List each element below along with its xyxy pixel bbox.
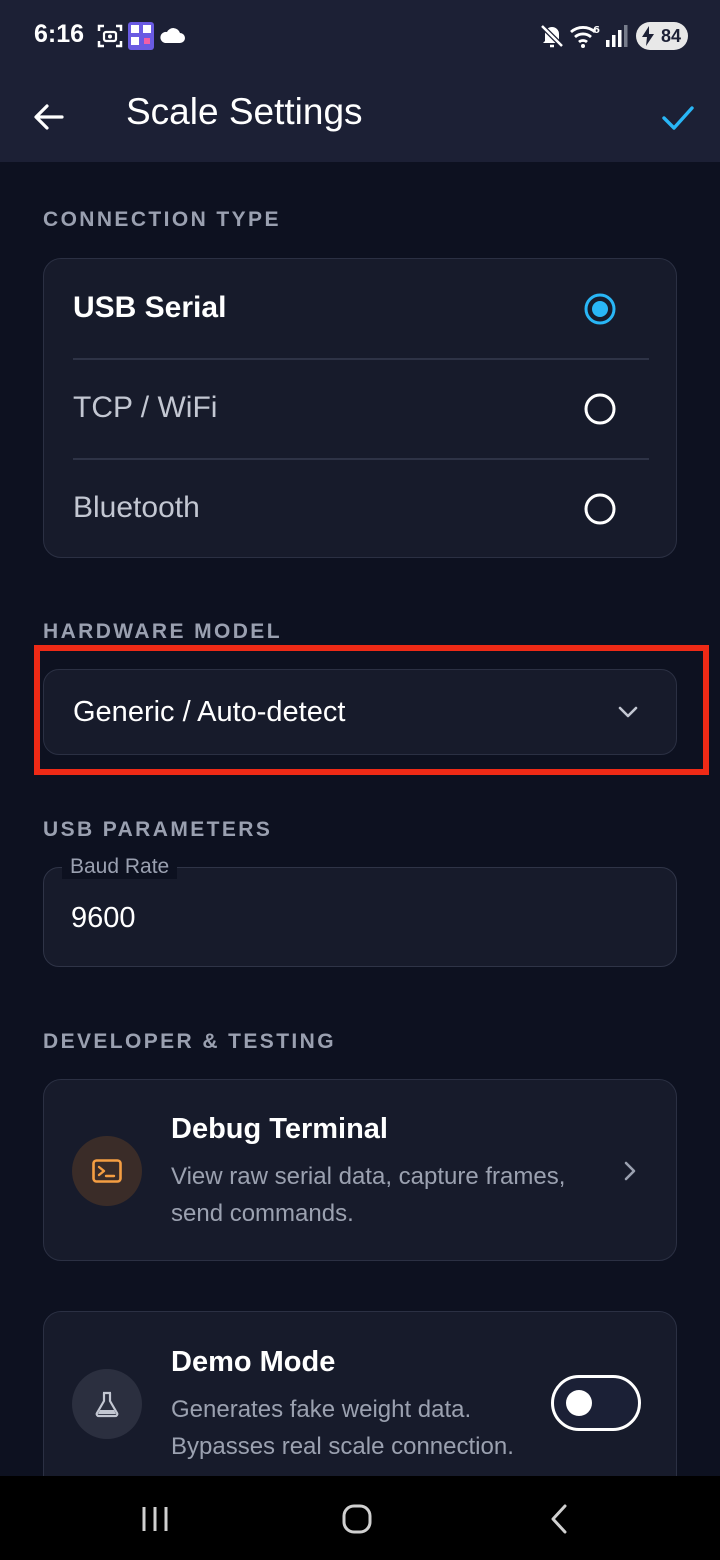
- demo-mode-desc-line1: Generates fake weight data.: [171, 1396, 472, 1423]
- recents-icon: [142, 1507, 168, 1531]
- radio-option-tcp-wifi[interactable]: TCP / WiFi: [44, 359, 678, 459]
- check-icon: [662, 106, 694, 130]
- demo-mode-card: Demo Mode Generates fake weight data. By…: [43, 1311, 677, 1501]
- hardware-model-label: HARDWARE MODEL: [43, 620, 282, 643]
- highlight-annotation: [34, 645, 709, 775]
- qr-app-icon: [128, 22, 154, 50]
- debug-terminal-title: Debug Terminal: [171, 1113, 388, 1145]
- radio-unselected-icon: [584, 393, 616, 425]
- battery-indicator: 84: [636, 22, 688, 50]
- save-button[interactable]: [650, 90, 706, 146]
- usb-parameters-label: USB PARAMETERS: [43, 818, 273, 841]
- connection-type-card: USB Serial TCP / WiFi Bluetooth: [43, 258, 677, 558]
- developer-testing-label: DEVELOPER & TESTING: [43, 1030, 336, 1053]
- battery-charging-icon: [642, 26, 654, 46]
- svg-text:6: 6: [593, 25, 600, 36]
- demo-mode-desc-line2: Bypasses real scale connection.: [171, 1433, 514, 1460]
- status-bar: 6:16 6 84: [0, 0, 720, 72]
- terminal-icon: [92, 1159, 122, 1183]
- app-bar: Scale Settings: [0, 72, 720, 162]
- arrow-left-icon: [34, 104, 64, 130]
- cloud-icon: [160, 28, 185, 43]
- debug-terminal-desc-line2: send commands.: [171, 1200, 354, 1227]
- debug-terminal-icon-badge: [72, 1136, 142, 1206]
- radio-label: USB Serial: [73, 291, 227, 324]
- mute-icon: [540, 24, 564, 48]
- debug-terminal-desc-line1: View raw serial data, capture frames,: [171, 1163, 566, 1190]
- baud-rate-field[interactable]: 9600: [43, 867, 677, 967]
- radio-option-usb-serial[interactable]: USB Serial: [44, 259, 678, 359]
- signal-icon: [606, 25, 628, 47]
- demo-mode-icon-badge: [72, 1369, 142, 1439]
- radio-selected-icon: [584, 293, 616, 325]
- demo-mode-title: Demo Mode: [171, 1346, 336, 1378]
- home-icon: [342, 1504, 372, 1534]
- toggle-knob: [566, 1390, 592, 1416]
- baud-rate-value[interactable]: 9600: [71, 902, 136, 935]
- connection-type-label: CONNECTION TYPE: [43, 208, 281, 231]
- demo-mode-toggle[interactable]: [551, 1375, 641, 1431]
- radio-option-bluetooth[interactable]: Bluetooth: [44, 459, 678, 559]
- flask-icon: [95, 1391, 119, 1418]
- radio-label: Bluetooth: [73, 491, 200, 524]
- page-title: Scale Settings: [126, 91, 363, 132]
- back-button[interactable]: [22, 90, 76, 144]
- home-button[interactable]: [329, 1494, 385, 1544]
- radio-label: TCP / WiFi: [73, 391, 218, 424]
- screenshot-icon: [97, 24, 123, 48]
- baud-rate-label: Baud Rate: [62, 855, 178, 879]
- nav-back-button[interactable]: [531, 1494, 587, 1544]
- recents-button[interactable]: [127, 1494, 183, 1544]
- chevron-right-icon: [624, 1161, 636, 1181]
- radio-unselected-icon: [584, 493, 616, 525]
- system-nav-bar: [0, 1476, 720, 1560]
- status-time: 6:16: [34, 20, 85, 48]
- nav-back-icon: [551, 1504, 567, 1534]
- wifi-6-icon: 6: [570, 25, 600, 48]
- battery-level: 84: [660, 26, 681, 46]
- debug-terminal-card[interactable]: Debug Terminal View raw serial data, cap…: [43, 1079, 677, 1261]
